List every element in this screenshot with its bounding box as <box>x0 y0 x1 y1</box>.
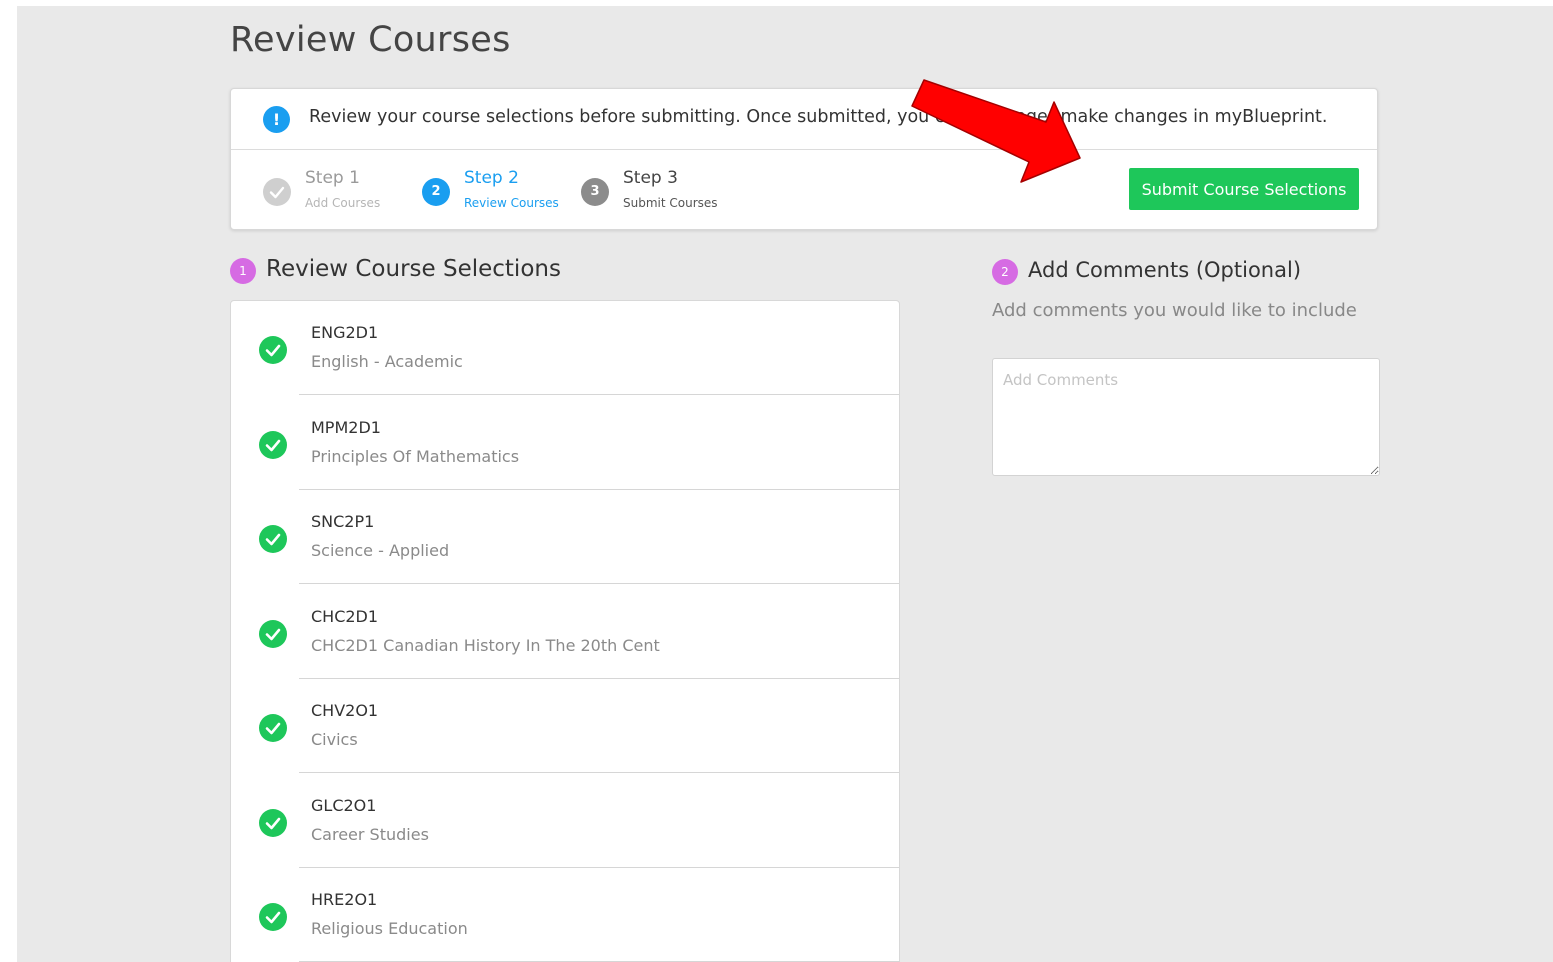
check-circle-icon <box>259 903 287 931</box>
course-list-item: CHV2O1 Civics <box>231 679 899 773</box>
course-code: HRE2O1 <box>311 890 378 909</box>
notice-text: Review your course selections before sub… <box>309 107 1328 127</box>
course-name: Civics <box>311 730 358 749</box>
course-name: English - Academic <box>311 352 463 371</box>
review-section-heading: Review Course Selections <box>266 256 561 282</box>
submit-course-selections-button[interactable]: Submit Course Selections <box>1129 168 1359 210</box>
course-code: CHV2O1 <box>311 701 379 720</box>
course-name: Career Studies <box>311 824 429 844</box>
step-title: Step 2 <box>464 168 519 188</box>
course-name: Science - Applied <box>311 541 450 560</box>
course-code: MPM2D1 <box>311 417 381 437</box>
course-list-item: ENG2D1 English - Academic <box>231 301 899 395</box>
check-circle-icon <box>259 808 287 837</box>
step-title: Step 3 <box>623 168 678 188</box>
page-title: Review Courses <box>230 20 511 60</box>
check-circle-icon <box>259 619 287 648</box>
step-subtitle: Review Courses <box>464 196 559 210</box>
comments-subheading: Add comments you would like to include <box>992 300 1357 321</box>
page-background: Review Courses ! Review your course sele… <box>17 6 1553 962</box>
course-name: CHC2D1 Canadian History In The 20th Cent <box>311 635 660 655</box>
notice-banner: ! Review your course selections before s… <box>231 89 1377 150</box>
course-code: GLC2O1 <box>311 795 377 815</box>
step-title: Step 1 <box>305 168 360 188</box>
course-list-item: SNC2P1 Science - Applied <box>231 490 899 584</box>
course-code: SNC2P1 <box>311 512 375 531</box>
course-list-item: GLC2O1 Career Studies <box>231 774 899 868</box>
course-code: ENG2D1 <box>311 323 379 342</box>
section-number-badge: 2 <box>992 259 1018 285</box>
course-name: Principles Of Mathematics <box>311 446 520 466</box>
course-list-item: HRE2O1 Religious Education <box>231 868 899 962</box>
step-number-badge: 2 <box>422 178 450 206</box>
section-number-badge: 1 <box>230 258 256 284</box>
comments-textarea[interactable] <box>992 358 1380 476</box>
course-list-item: CHC2D1 CHC2D1 Canadian History In The 20t… <box>231 585 899 679</box>
check-circle-icon <box>259 430 287 459</box>
check-circle-icon <box>259 336 287 364</box>
check-circle-icon <box>259 714 287 742</box>
info-icon: ! <box>263 106 290 133</box>
course-list-item: MPM2D1 Principles Of Mathematics <box>231 396 899 490</box>
step-subtitle: Add Courses <box>305 196 381 210</box>
course-list: ENG2D1 English - Academic MPM2D1 Principles… <box>230 300 900 962</box>
course-code: CHC2D1 <box>311 606 379 626</box>
step-subtitle: Submit Courses <box>623 196 718 210</box>
check-circle-icon <box>259 525 287 553</box>
header-card: ! Review your course selections before s… <box>230 88 1378 230</box>
check-icon <box>263 178 291 206</box>
comments-section-heading: Add Comments (Optional) <box>1028 258 1302 282</box>
course-name: Religious Education <box>311 919 468 938</box>
step-number-badge: 3 <box>581 178 609 206</box>
